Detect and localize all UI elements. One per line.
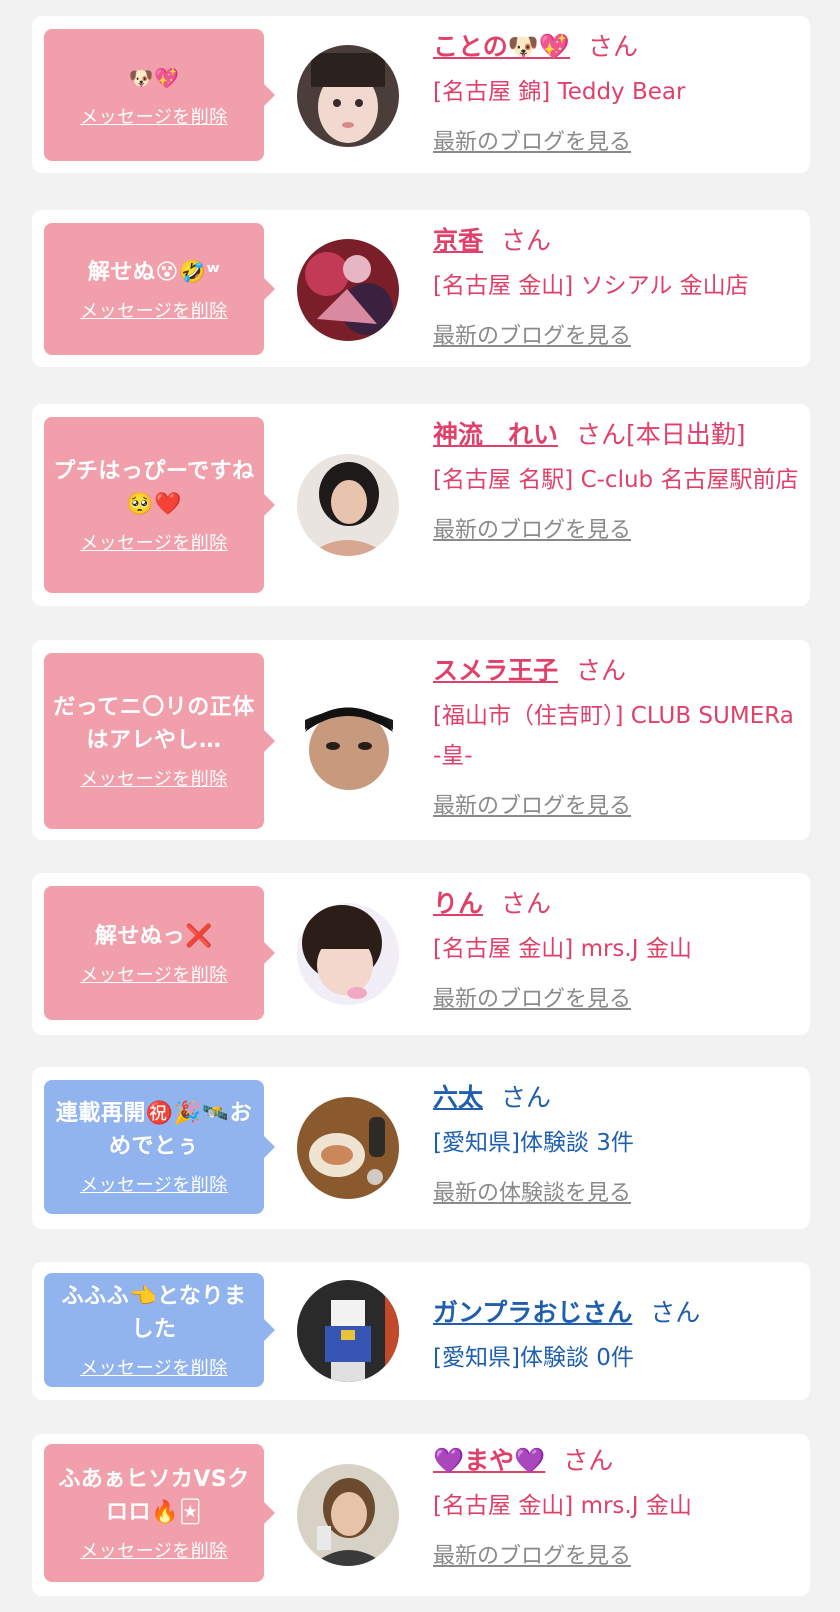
profile-info: ことの🐶💖 さん [名古屋 錦] Teddy Bear 最新のブログを見る <box>433 30 803 156</box>
delete-message-link[interactable]: メッセージを削除 <box>80 1537 228 1563</box>
message-bubble: 解せぬ😵🤣ʷ メッセージを削除 <box>44 223 275 355</box>
message-text: 🐶💖 <box>128 65 180 90</box>
profile-name-link[interactable]: スメラ王子 <box>433 656 558 685</box>
avatar[interactable] <box>297 1464 399 1566</box>
profile-info: 💜まや💜 さん [名古屋 金山] mrs.J 金山 最新のブログを見る <box>433 1444 803 1570</box>
message-card: 解せぬ😵🤣ʷ メッセージを削除 京香 さん [名古屋 金山] ソシアル 金山店 最… <box>32 210 810 367</box>
message-card: ふふふ👈となりました メッセージを削除 ガンプラおじさん さん [愛知県]体験談 … <box>32 1262 810 1400</box>
message-bubble: 解せぬっ❌ メッセージを削除 <box>44 886 275 1020</box>
message-bubble: 🐶💖 メッセージを削除 <box>44 29 275 161</box>
profile-name-link[interactable]: 六太 <box>433 1083 483 1112</box>
avatar[interactable] <box>297 454 399 556</box>
latest-blog-link[interactable]: 最新のブログを見る <box>433 124 631 156</box>
honorific: さん <box>588 32 639 61</box>
honorific: さん <box>563 1446 614 1475</box>
delete-message-link[interactable]: メッセージを削除 <box>80 765 228 791</box>
profile-name-link[interactable]: ガンプラおじさん <box>433 1298 632 1327</box>
avatar[interactable] <box>297 239 399 341</box>
avatar[interactable] <box>297 45 399 147</box>
message-bubble: だってニ〇リの正体はアレやし… メッセージを削除 <box>44 653 275 829</box>
message-card: 解せぬっ❌ メッセージを削除 りん さん [名古屋 金山] mrs.J 金山 最新… <box>32 873 810 1035</box>
profile-name-link[interactable]: 神流 れい <box>433 420 558 449</box>
profile-info: 六太 さん [愛知県]体験談 3件 最新の体験談を見る <box>433 1081 803 1207</box>
message-card: ふあぁヒソカVSクロロ🔥🃏 メッセージを削除 💜まや💜 さん [名古屋 金山] m… <box>32 1434 810 1596</box>
shop-label: [名古屋 金山] ソシアル 金山店 <box>433 273 749 299</box>
message-text: 連載再開㊗️🎉🛰️おめでとぅ <box>55 1101 253 1159</box>
message-list: 🐶💖 メッセージを削除 ことの🐶💖 さん [名古屋 錦] Teddy Bear 最… <box>0 0 840 1612</box>
profile-info: 神流 れい さん[本日出勤] [名古屋 名駅] C-club 名古屋駅前店 最新の… <box>433 418 803 544</box>
avatar[interactable] <box>297 903 399 1005</box>
delete-message-link[interactable]: メッセージを削除 <box>80 529 228 555</box>
delete-message-link[interactable]: メッセージを削除 <box>80 1171 228 1197</box>
message-card: プチはっぴーですね🥺❤️ メッセージを削除 神流 れい さん[本日出勤] [名古屋… <box>32 404 810 606</box>
experience-count: [愛知県]体験談 3件 <box>433 1130 634 1156</box>
message-text: 解せぬ😵🤣ʷ <box>87 259 221 285</box>
delete-message-link[interactable]: メッセージを削除 <box>80 297 228 323</box>
message-text: だってニ〇リの正体はアレやし… <box>53 695 255 753</box>
message-text: ふあぁヒソカVSクロロ🔥🃏 <box>58 1467 250 1525</box>
message-text: 解せぬっ❌ <box>95 923 213 949</box>
message-bubble: ふふふ👈となりました メッセージを削除 <box>44 1273 275 1387</box>
message-bubble: ふあぁヒソカVSクロロ🔥🃏 メッセージを削除 <box>44 1444 275 1582</box>
latest-blog-link[interactable]: 最新のブログを見る <box>433 318 631 350</box>
profile-info: りん さん [名古屋 金山] mrs.J 金山 最新のブログを見る <box>433 887 803 1013</box>
profile-info: スメラ王子 さん [福山市（住吉町）] CLUB SUMERa -皇- 最新のブロ… <box>433 654 803 820</box>
profile-name-link[interactable]: 京香 <box>433 226 483 255</box>
message-bubble: 連載再開㊗️🎉🛰️おめでとぅ メッセージを削除 <box>44 1080 275 1214</box>
message-text: ふふふ👈となりました <box>61 1284 247 1342</box>
latest-review-link[interactable]: 最新の体験談を見る <box>433 1175 631 1207</box>
profile-info: ガンプラおじさん さん [愛知県]体験談 0件 <box>433 1296 803 1378</box>
avatar[interactable] <box>297 1280 399 1382</box>
profile-name-link[interactable]: りん <box>433 889 483 918</box>
avatar[interactable] <box>297 690 399 792</box>
latest-blog-link[interactable]: 最新のブログを見る <box>433 788 631 820</box>
latest-blog-link[interactable]: 最新のブログを見る <box>433 512 631 544</box>
message-bubble: プチはっぴーですね🥺❤️ メッセージを削除 <box>44 417 275 593</box>
latest-blog-link[interactable]: 最新のブログを見る <box>433 981 631 1013</box>
message-card: だってニ〇リの正体はアレやし… メッセージを削除 スメラ王子 さん [福山市（住吉… <box>32 640 810 840</box>
profile-name-link[interactable]: 💜まや💜 <box>433 1446 545 1475</box>
delete-message-link[interactable]: メッセージを削除 <box>80 1354 228 1380</box>
message-card: 🐶💖 メッセージを削除 ことの🐶💖 さん [名古屋 錦] Teddy Bear 最… <box>32 16 810 173</box>
honorific: さん[本日出勤] <box>576 420 746 449</box>
latest-blog-link[interactable]: 最新のブログを見る <box>433 1538 631 1570</box>
delete-message-link[interactable]: メッセージを削除 <box>80 103 228 129</box>
profile-info: 京香 さん [名古屋 金山] ソシアル 金山店 最新のブログを見る <box>433 224 803 350</box>
profile-name-link[interactable]: ことの🐶💖 <box>433 32 570 61</box>
honorific: さん <box>501 226 552 255</box>
delete-message-link[interactable]: メッセージを削除 <box>80 961 228 987</box>
message-text: プチはっぴーですね🥺❤️ <box>53 459 255 517</box>
honorific: さん <box>576 656 627 685</box>
shop-label: [名古屋 名駅] C-club 名古屋駅前店 <box>433 467 799 493</box>
avatar[interactable] <box>297 1097 399 1199</box>
shop-label: [名古屋 錦] Teddy Bear <box>433 79 686 105</box>
experience-count: [愛知県]体験談 0件 <box>433 1345 634 1371</box>
honorific: さん <box>501 1083 552 1112</box>
shop-label: [名古屋 金山] mrs.J 金山 <box>433 1493 692 1519</box>
message-card: 連載再開㊗️🎉🛰️おめでとぅ メッセージを削除 六太 さん [愛知県]体験談 3件… <box>32 1067 810 1229</box>
shop-label: [名古屋 金山] mrs.J 金山 <box>433 936 692 962</box>
shop-label: [福山市（住吉町）] CLUB SUMERa -皇- <box>433 703 794 769</box>
honorific: さん <box>650 1298 701 1327</box>
honorific: さん <box>501 889 552 918</box>
